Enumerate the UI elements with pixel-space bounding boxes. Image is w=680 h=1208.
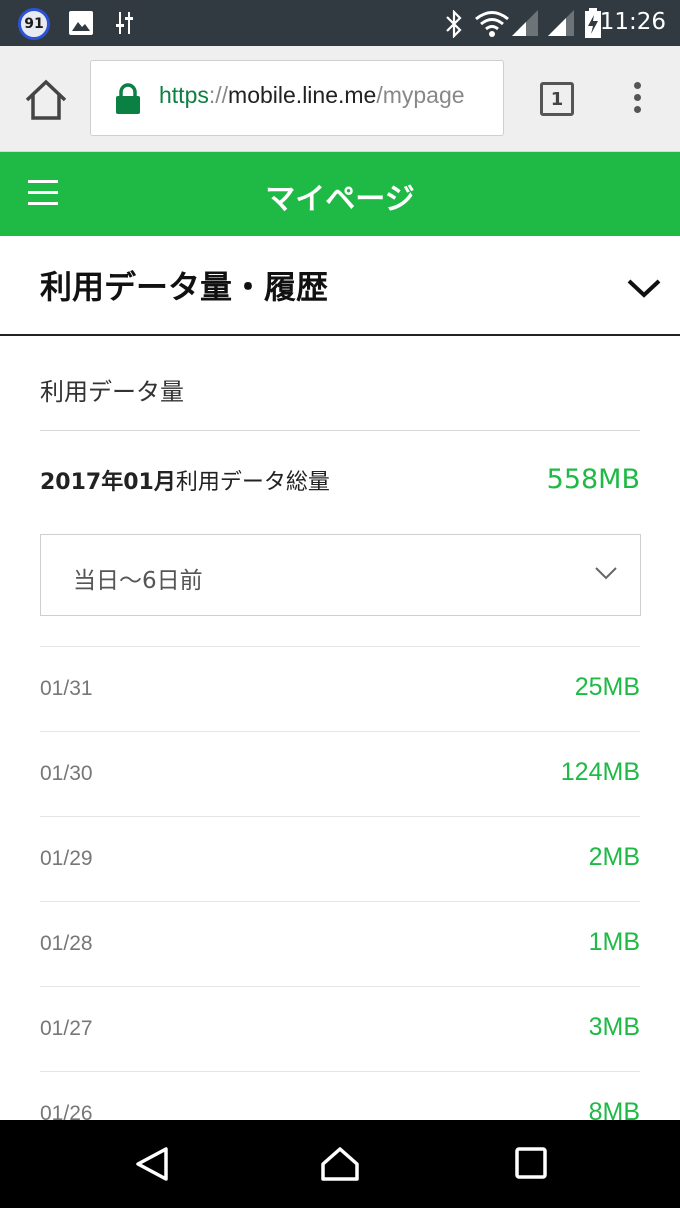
chevron-down-icon [595, 567, 617, 580]
row-value: 1MB [588, 928, 640, 956]
url-path: /mypage [376, 82, 465, 108]
table-row: 01/28 1MB [40, 901, 640, 986]
home-nav-icon[interactable] [320, 1146, 360, 1182]
row-date: 01/30 [40, 762, 93, 785]
overflow-menu-icon[interactable] [630, 82, 644, 118]
equalizer-icon [116, 12, 133, 34]
row-value: 2MB [588, 843, 640, 871]
row-value: 3MB [588, 1013, 640, 1041]
notification-count-badge: 91 [18, 8, 50, 40]
image-icon [69, 11, 93, 35]
url-separator: :// [208, 82, 229, 108]
system-navigation-bar [0, 1120, 680, 1208]
url-scheme: https [159, 82, 209, 108]
row-value: 124MB [560, 758, 640, 786]
table-row: 01/31 25MB [40, 646, 640, 731]
table-row: 01/30 124MB [40, 731, 640, 816]
row-date: 01/28 [40, 932, 93, 955]
table-row: 01/29 2MB [40, 816, 640, 901]
chevron-down-icon[interactable] [626, 276, 662, 300]
total-label-text: 利用データ総量 [175, 470, 330, 495]
bluetooth-icon [446, 10, 462, 38]
total-usage-label: 2017年01月利用データ総量 [40, 464, 330, 496]
url-text: https://mobile.line.me/mypage [159, 82, 465, 109]
recents-icon[interactable] [514, 1146, 548, 1180]
total-period: 2017年01月 [40, 470, 176, 495]
total-usage-value: 558MB [546, 464, 640, 495]
address-bar[interactable]: https://mobile.line.me/mypage [90, 60, 504, 136]
section-accordion-header[interactable]: 利用データ量・履歴 [0, 236, 680, 336]
table-row: 01/27 3MB [40, 986, 640, 1071]
row-date: 01/27 [40, 1017, 93, 1040]
tab-switcher-button[interactable]: 1 [540, 82, 574, 116]
app-header: マイページ [0, 152, 680, 236]
range-select-value: 当日〜6日前 [73, 568, 203, 594]
clock: 11:26 [599, 9, 666, 35]
status-bar: 91 11:26 [0, 0, 680, 46]
section-title: 利用データ量・履歴 [40, 268, 329, 306]
lock-icon [116, 83, 140, 114]
url-host: mobile.line.me [228, 82, 377, 108]
divider [40, 430, 640, 431]
row-date: 01/29 [40, 847, 93, 870]
back-icon[interactable] [134, 1146, 170, 1182]
page-title: マイページ [265, 182, 415, 217]
home-icon[interactable] [24, 78, 68, 122]
wifi-icon [475, 11, 509, 37]
row-date: 01/31 [40, 677, 93, 700]
signal-icon [512, 10, 538, 36]
browser-toolbar: https://mobile.line.me/mypage 1 [0, 46, 680, 152]
row-value: 25MB [574, 673, 640, 701]
signal-icon-2 [548, 10, 574, 36]
usage-subtitle: 利用データ量 [40, 378, 184, 406]
range-select[interactable]: 当日〜6日前 [40, 534, 641, 616]
